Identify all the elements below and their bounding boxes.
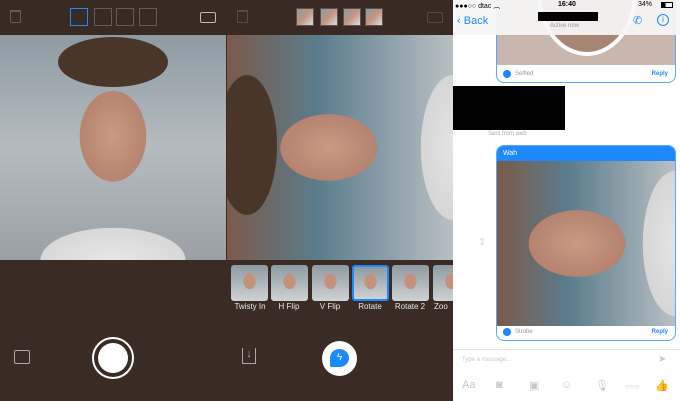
send-icon[interactable]: ➤: [658, 354, 666, 365]
camera-preview: [0, 35, 226, 260]
battery-icon: [661, 2, 673, 8]
camera-flip-icon[interactable]: [427, 12, 443, 23]
back-button[interactable]: ‹ Back: [457, 15, 488, 27]
carrier-name: dtac: [478, 3, 492, 10]
reply-link[interactable]: Reply: [652, 71, 668, 77]
download-icon[interactable]: ↓: [242, 348, 256, 364]
trash-icon[interactable]: [237, 10, 248, 23]
gallery-icon[interactable]: [14, 350, 30, 364]
shutter-button[interactable]: [92, 337, 134, 379]
send-to-messenger-button[interactable]: ϟ: [322, 341, 357, 376]
frame-slot-3[interactable]: [116, 8, 134, 26]
more-icon[interactable]: ○○○: [625, 382, 640, 391]
edited-preview: [227, 35, 453, 260]
shutter-icon: [98, 343, 128, 373]
frame-thumb[interactable]: [365, 8, 383, 26]
app-name: Selfied: [515, 71, 534, 77]
divider: [453, 349, 680, 350]
camera-flip-icon[interactable]: [200, 12, 216, 23]
gallery-icon[interactable]: ▣: [529, 379, 539, 392]
phone-icon[interactable]: ✆: [633, 14, 642, 27]
back-label: Back: [463, 15, 489, 27]
contact-name-redacted: [538, 12, 598, 21]
filter-rotate[interactable]: [352, 265, 389, 301]
frame-thumb[interactable]: [320, 8, 338, 26]
emoji-icon[interactable]: ☺: [561, 379, 572, 391]
battery-level: 34%: [638, 1, 653, 8]
filter-zoom[interactable]: [433, 265, 453, 301]
nav-bar: ●●●○○ dtac ︵ 16:40 34% ‹ Back Active now…: [453, 0, 680, 35]
camera-icon[interactable]: ◙: [496, 379, 503, 391]
strobe-app-icon: [503, 328, 511, 336]
frame-thumb[interactable]: [343, 8, 361, 26]
microphone-icon[interactable]: 🎙: [595, 379, 609, 392]
info-icon[interactable]: i: [657, 14, 669, 26]
message-caption: Sent from web: [488, 131, 527, 137]
camera-panel: [0, 0, 226, 401]
filter-twisty-in[interactable]: [231, 265, 268, 301]
carrier: ●●●○○ dtac ︵: [455, 3, 501, 10]
frame-slot-4[interactable]: [139, 8, 157, 26]
filter-label: Rotate 2: [394, 302, 426, 311]
app-name: Strobe: [515, 329, 533, 335]
received-message-redacted: [453, 86, 565, 130]
editor-top-bar: [227, 0, 453, 35]
frame-slot-1[interactable]: [70, 8, 88, 26]
share-icon[interactable]: ⇪: [478, 237, 486, 248]
messenger-icon: ϟ: [330, 349, 349, 367]
trash-icon[interactable]: [10, 10, 21, 23]
frame-slot-2[interactable]: [94, 8, 112, 26]
like-icon[interactable]: 👍: [655, 379, 669, 392]
message-text: Wah: [497, 146, 675, 161]
reply-link[interactable]: Reply: [652, 329, 668, 335]
editor-panel: Twisty In H Flip V Flip Rotate Rotate 2 …: [227, 0, 453, 401]
status-time: 16:40: [558, 1, 576, 8]
message-image: [497, 161, 675, 326]
frame-thumb[interactable]: [296, 8, 314, 26]
filter-v-flip[interactable]: [312, 265, 349, 301]
selfied-app-icon: [503, 70, 511, 78]
camera-top-bar: [0, 0, 226, 35]
message-card-strobe[interactable]: Wah Strobe Reply: [496, 145, 676, 341]
active-status: Active now: [550, 23, 580, 29]
filter-h-flip[interactable]: [271, 265, 308, 301]
filter-label: Zoo: [434, 302, 448, 311]
text-format-button[interactable]: Aa: [462, 379, 475, 391]
filter-rotate-2[interactable]: [392, 265, 429, 301]
messenger-panel: Selfied Reply ●●●○○ dtac ︵ 16:40 34% ‹ B…: [453, 0, 680, 401]
message-input[interactable]: Type a message...: [462, 357, 652, 363]
